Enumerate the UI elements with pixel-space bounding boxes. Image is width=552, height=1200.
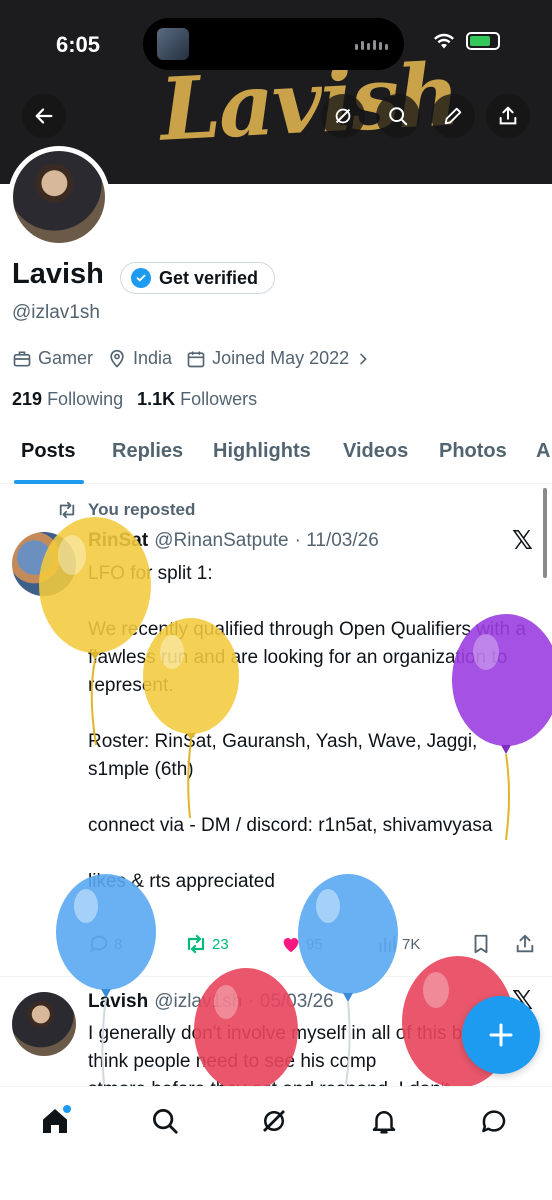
repost-icon: [59, 501, 75, 519]
status-time: 6:05: [56, 32, 101, 57]
following-count: 219: [12, 389, 43, 409]
nav-grok[interactable]: [256, 1103, 292, 1139]
post-author-name[interactable]: RinSat: [88, 530, 148, 552]
post-header: Lavish @izlav1sh · 05/03/26: [88, 991, 334, 1013]
views-count: 7K: [402, 935, 421, 953]
repost-count: 23: [212, 935, 229, 953]
repost-indicator: You reposted: [56, 500, 195, 520]
get-verified-label: Get verified: [159, 267, 259, 288]
media-thumbnail: [157, 28, 189, 60]
category-label: Gamer: [38, 348, 94, 368]
repost-icon: [187, 934, 205, 954]
verified-badge-icon: [131, 268, 151, 288]
bookmark-button[interactable]: [470, 933, 492, 955]
tab-posts[interactable]: Posts: [21, 440, 75, 463]
bookmark-icon: [474, 934, 488, 954]
profile-meta: Gamer India Joined May 2022: [12, 348, 385, 369]
heart-icon: [283, 938, 299, 953]
bell-icon: [372, 1111, 396, 1134]
like-count: 95: [306, 935, 323, 953]
dynamic-island: [143, 18, 404, 70]
nav-notifications[interactable]: [366, 1103, 402, 1139]
location-item: India: [107, 348, 172, 369]
arrow-left-icon: [35, 108, 53, 124]
follow-stats: 219 Following 1.1K Followers: [12, 389, 257, 410]
back-button[interactable]: [22, 94, 66, 138]
audio-bars-icon: [355, 40, 388, 50]
x-logo-icon: 𝕏: [512, 526, 533, 556]
profile-name: Lavish: [12, 258, 104, 290]
tab-highlights[interactable]: Highlights: [213, 440, 311, 463]
nav-messages[interactable]: [476, 1103, 512, 1139]
profile-handle: @izlav1sh: [12, 302, 100, 323]
category-item: Gamer: [12, 348, 93, 369]
avatar-image: [13, 151, 105, 243]
location-pin-icon: [110, 349, 124, 368]
grok-button[interactable]: [321, 94, 365, 138]
joined-item[interactable]: Joined May 2022: [186, 348, 371, 369]
profile-tabs: Posts Replies Highlights Videos Photos A: [0, 428, 552, 484]
followers-link[interactable]: 1.1K Followers: [137, 389, 257, 410]
notification-dot: [63, 1105, 71, 1113]
like-button[interactable]: 95: [280, 933, 323, 955]
post-actions: 8 23 95 7K: [88, 933, 540, 959]
search-icon: [153, 1109, 178, 1134]
post-body[interactable]: LFO for split 1: We recently qualified t…: [88, 560, 540, 896]
followers-count: 1.1K: [137, 389, 176, 409]
grok-icon: [263, 1110, 285, 1132]
grok-icon: [335, 108, 351, 124]
nav-home[interactable]: [37, 1103, 73, 1139]
followers-label: Followers: [180, 389, 258, 409]
views-icon: [379, 935, 396, 953]
edit-button[interactable]: [431, 94, 475, 138]
chevron-right-icon: [360, 353, 367, 364]
post-author-handle: @RinanSatpute: [154, 530, 289, 551]
post-author-avatar[interactable]: [12, 532, 76, 596]
share-post-button[interactable]: [514, 933, 536, 955]
plus-icon: [489, 1023, 513, 1047]
share-icon: [516, 934, 534, 953]
tab-photos[interactable]: Photos: [439, 440, 507, 463]
tab-replies[interactable]: Replies: [112, 440, 183, 463]
joined-label: Joined May 2022: [212, 348, 350, 368]
tab-videos[interactable]: Videos: [343, 440, 408, 463]
post-header: RinSat @RinanSatpute · 11/03/26: [88, 530, 379, 552]
repost-button[interactable]: 23: [184, 933, 229, 955]
following-label: Following: [47, 389, 124, 409]
battery-icon: [466, 32, 500, 50]
share-button[interactable]: [486, 94, 530, 138]
compose-button[interactable]: [462, 996, 540, 1074]
share-icon: [499, 106, 517, 125]
post-divider: [0, 976, 552, 977]
status-icons: [432, 32, 500, 50]
post-date: · 11/03/26: [294, 530, 379, 551]
briefcase-icon: [13, 351, 31, 366]
post-author-handle: @izlav1sh: [154, 991, 243, 1012]
reply-button[interactable]: 8: [88, 933, 122, 955]
post-author-name[interactable]: Lavish: [88, 991, 148, 1013]
scrollbar[interactable]: [543, 488, 547, 578]
chat-icon: [482, 1110, 506, 1133]
get-verified-button[interactable]: Get verified: [120, 262, 276, 294]
reply-icon: [90, 935, 108, 953]
location-label: India: [133, 348, 173, 368]
search-button[interactable]: [376, 94, 420, 138]
following-link[interactable]: 219 Following: [12, 389, 123, 410]
pencil-icon: [444, 107, 462, 125]
post-date: · 05/03/26: [248, 991, 334, 1012]
nav-explore[interactable]: [147, 1103, 183, 1139]
active-tab-indicator: [14, 480, 84, 484]
views-button[interactable]: 7K: [376, 933, 420, 955]
calendar-icon: [187, 351, 205, 367]
repost-label: You reposted: [88, 500, 196, 519]
search-icon: [389, 107, 408, 126]
reply-count: 8: [114, 935, 123, 953]
avatar[interactable]: [8, 146, 110, 248]
tab-more[interactable]: A: [536, 440, 550, 463]
post-author-avatar[interactable]: [12, 992, 76, 1056]
wifi-icon: [434, 33, 454, 49]
bottom-navigation: [0, 1086, 552, 1200]
